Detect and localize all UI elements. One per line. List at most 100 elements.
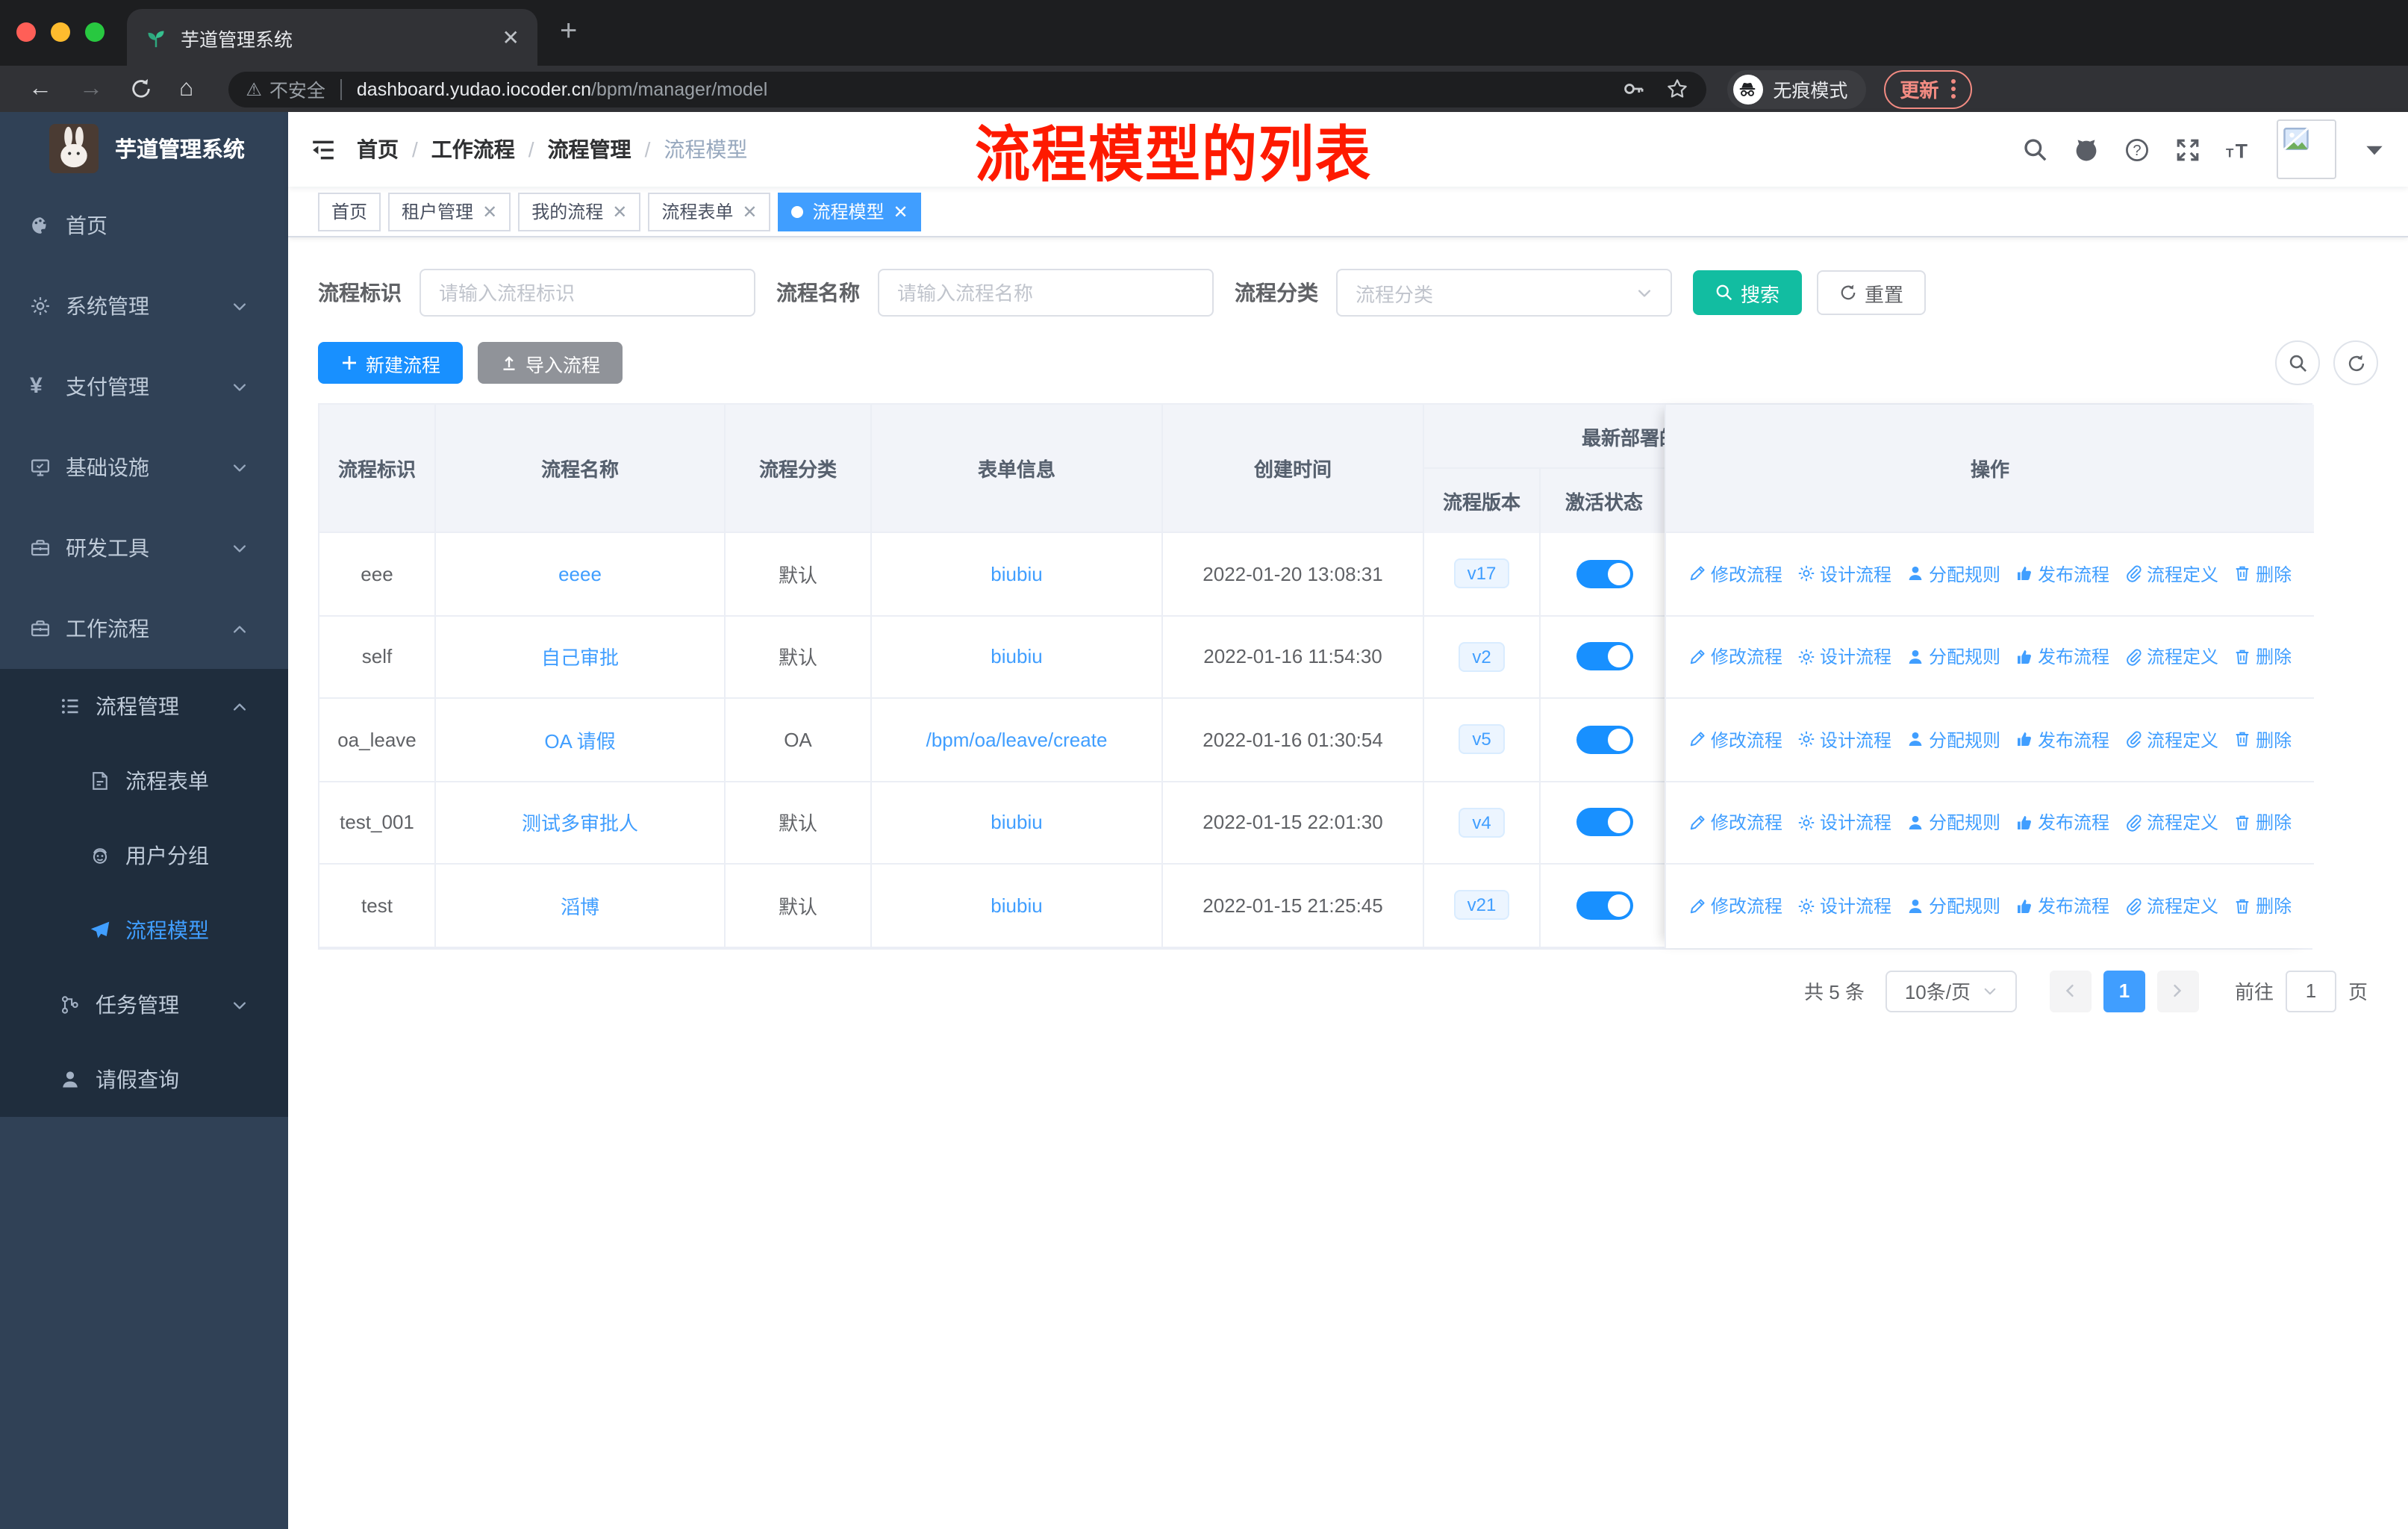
delete-link[interactable]: 删除 [2233, 644, 2292, 670]
browser-tab[interactable]: 芋道管理系统 ✕ [127, 9, 537, 66]
forward-button[interactable]: → [79, 75, 103, 102]
active-toggle[interactable] [1576, 642, 1632, 671]
process-category-select[interactable]: 流程分类 [1336, 269, 1672, 317]
delete-link[interactable]: 删除 [2233, 810, 2292, 835]
browser-menu-icon[interactable] [1950, 79, 1956, 99]
design-process-link[interactable]: 设计流程 [1797, 894, 1891, 919]
assign-rule-link[interactable]: 分配规则 [1906, 810, 2000, 835]
sidebar-item-leave-query[interactable]: 请假查询 [0, 1042, 288, 1117]
model-name-link[interactable]: OA 请假 [544, 726, 615, 754]
tab-close-icon[interactable]: ✕ [502, 25, 520, 50]
version-badge[interactable]: v17 [1453, 558, 1510, 589]
active-toggle[interactable] [1576, 891, 1632, 920]
address-bar[interactable]: ⚠ 不安全 dashboard.yudao.iocoder.cn/bpm/man… [228, 71, 1706, 107]
close-icon[interactable]: ✕ [482, 201, 497, 222]
publish-process-link[interactable]: 发布流程 [2015, 810, 2109, 835]
font-size-icon[interactable] [2226, 137, 2251, 162]
breadcrumb-workflow[interactable]: 工作流程 [431, 134, 515, 164]
delete-link[interactable]: 删除 [2233, 561, 2292, 587]
publish-process-link[interactable]: 发布流程 [2015, 727, 2109, 753]
sidebar-item-process-model[interactable]: 流程模型 [0, 893, 288, 968]
fullscreen-icon[interactable] [2175, 137, 2200, 162]
design-process-link[interactable]: 设计流程 [1797, 810, 1891, 835]
version-badge[interactable]: v2 [1459, 641, 1505, 672]
publish-process-link[interactable]: 发布流程 [2015, 894, 2109, 919]
design-process-link[interactable]: 设计流程 [1797, 727, 1891, 753]
form-info-link[interactable]: biubiu [991, 894, 1042, 917]
version-badge[interactable]: v5 [1459, 724, 1505, 755]
close-icon[interactable]: ✕ [612, 201, 627, 222]
breadcrumb-home[interactable]: 首页 [357, 134, 399, 164]
window-controls[interactable] [16, 22, 105, 42]
publish-process-link[interactable]: 发布流程 [2015, 644, 2109, 670]
sidebar-item-home[interactable]: 首页 [0, 185, 288, 266]
sidebar-item-workflow[interactable]: 工作流程 [0, 588, 288, 669]
close-icon[interactable]: ✕ [742, 201, 757, 222]
form-info-link[interactable]: biubiu [991, 646, 1042, 668]
version-badge[interactable]: v4 [1459, 807, 1505, 838]
breadcrumb-process-management[interactable]: 流程管理 [548, 134, 631, 164]
tag-process-form[interactable]: 流程表单 ✕ [648, 192, 771, 231]
publish-process-link[interactable]: 发布流程 [2015, 561, 2109, 587]
help-icon[interactable] [2124, 137, 2150, 162]
assign-rule-link[interactable]: 分配规则 [1906, 644, 2000, 670]
edit-process-link[interactable]: 修改流程 [1688, 561, 1782, 587]
design-process-link[interactable]: 设计流程 [1797, 644, 1891, 670]
model-name-link[interactable]: 自己审批 [541, 643, 619, 671]
delete-link[interactable]: 删除 [2233, 727, 2292, 753]
model-name-link[interactable]: eeee [558, 563, 602, 585]
form-info-link[interactable]: biubiu [991, 812, 1042, 834]
close-window-button[interactable] [16, 22, 36, 42]
sidebar-item-process-management[interactable]: 流程管理 [0, 669, 288, 744]
sidebar-item-system[interactable]: 系统管理 [0, 266, 288, 346]
goto-page-input[interactable] [2285, 970, 2336, 1012]
sidebar-item-process-form[interactable]: 流程表单 [0, 744, 288, 818]
back-button[interactable]: ← [28, 75, 52, 102]
create-process-button[interactable]: 新建流程 [318, 342, 464, 384]
sidebar-item-user-group[interactable]: 用户分组 [0, 818, 288, 893]
sidebar-item-devtools[interactable]: 研发工具 [0, 508, 288, 588]
process-definition-link[interactable]: 流程定义 [2124, 810, 2218, 835]
sidebar-item-payment[interactable]: ¥ 支付管理 [0, 346, 288, 427]
app-logo[interactable]: 芋道管理系统 [0, 112, 288, 185]
maximize-window-button[interactable] [85, 22, 105, 42]
form-info-link[interactable]: /bpm/oa/leave/create [926, 729, 1108, 751]
active-toggle[interactable] [1576, 559, 1632, 588]
security-warning-icon[interactable]: ⚠ [246, 78, 262, 99]
next-page-button[interactable] [2156, 970, 2199, 1012]
update-browser-button[interactable]: 更新 [1883, 69, 1972, 108]
tag-process-model[interactable]: 流程模型 ✕ [778, 192, 922, 231]
bookmark-star-icon[interactable] [1665, 78, 1688, 100]
search-button[interactable]: 搜索 [1693, 270, 1803, 315]
tag-tenant[interactable]: 租户管理 ✕ [388, 192, 511, 231]
sidebar-item-infra[interactable]: 基础设施 [0, 427, 288, 508]
assign-rule-link[interactable]: 分配规则 [1906, 561, 2000, 587]
assign-rule-link[interactable]: 分配规则 [1906, 727, 2000, 753]
reset-button[interactable]: 重置 [1817, 270, 1927, 315]
edit-process-link[interactable]: 修改流程 [1688, 644, 1782, 670]
design-process-link[interactable]: 设计流程 [1797, 561, 1891, 587]
page-size-select[interactable]: 10条/页 [1885, 970, 2017, 1012]
prev-page-button[interactable] [2049, 970, 2092, 1012]
active-toggle[interactable] [1576, 725, 1632, 754]
refresh-table-button[interactable] [2333, 340, 2378, 385]
assign-rule-link[interactable]: 分配规则 [1906, 894, 2000, 919]
github-icon[interactable] [2074, 137, 2099, 162]
home-button[interactable]: ⌂ [179, 75, 193, 102]
edit-process-link[interactable]: 修改流程 [1688, 894, 1782, 919]
url-text[interactable]: dashboard.yudao.iocoder.cn/bpm/manager/m… [357, 78, 767, 99]
close-icon[interactable]: ✕ [893, 201, 908, 222]
new-tab-button[interactable]: + [560, 15, 577, 49]
tag-home[interactable]: 首页 [318, 192, 381, 231]
avatar[interactable] [2277, 119, 2336, 179]
collapse-sidebar-icon[interactable] [311, 137, 336, 162]
process-definition-link[interactable]: 流程定义 [2124, 727, 2218, 753]
process-definition-link[interactable]: 流程定义 [2124, 561, 2218, 587]
sidebar-item-task-management[interactable]: 任务管理 [0, 968, 288, 1042]
model-name-link[interactable]: 滔博 [561, 891, 599, 920]
tag-my-process[interactable]: 我的流程 ✕ [518, 192, 641, 231]
search-icon[interactable] [2023, 137, 2048, 162]
minimize-window-button[interactable] [51, 22, 70, 42]
reload-button[interactable] [130, 78, 152, 100]
toggle-search-button[interactable] [2275, 340, 2320, 385]
